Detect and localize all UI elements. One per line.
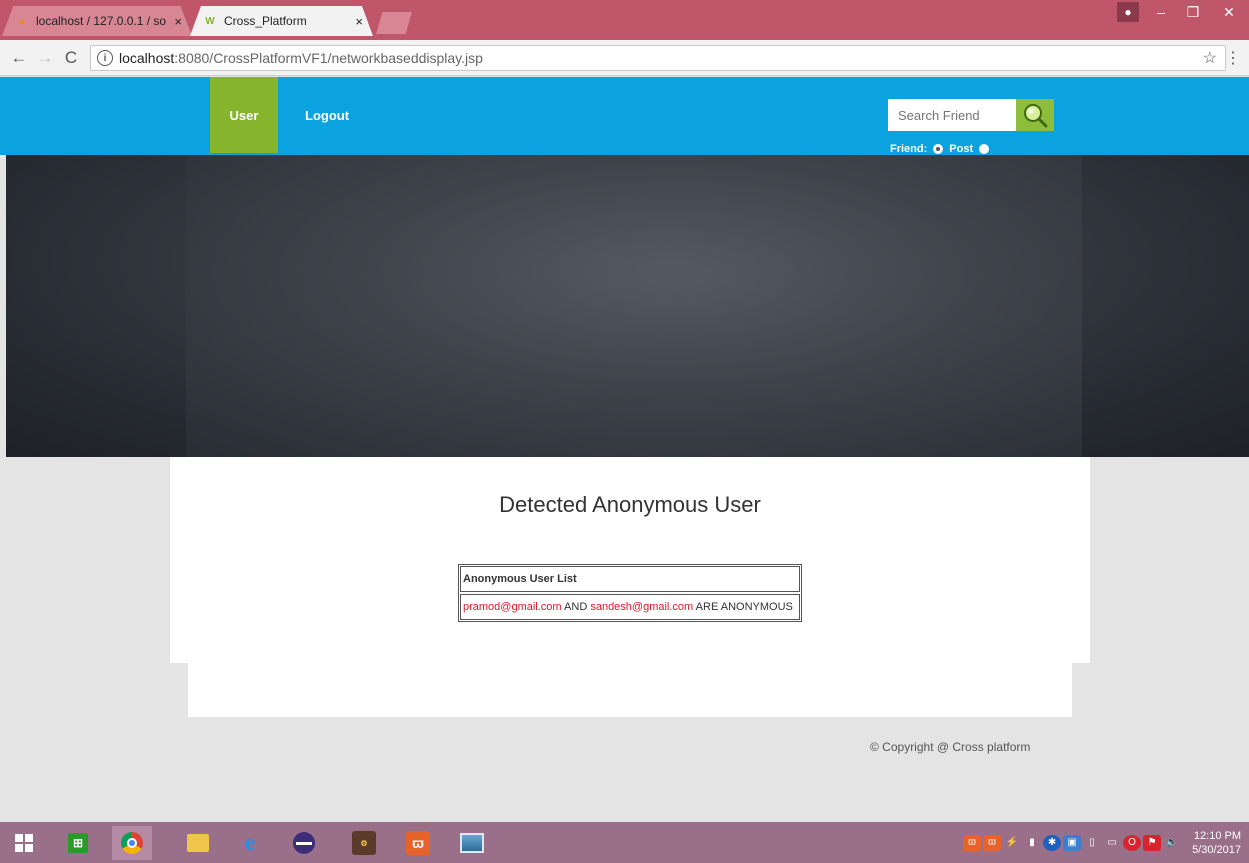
- window-controls: ● – ❐ ✕: [1117, 0, 1249, 26]
- anonymous-suffix: ARE ANONYMOUS: [693, 601, 793, 613]
- site-header: User Logout Friend: Post: [0, 77, 1249, 155]
- taskbar-clock[interactable]: 12:10 PM 5/30/2017: [1192, 829, 1241, 857]
- search-type-radios: Friend: Post: [890, 143, 995, 155]
- copyright-text: © Copyright @ Cross platform: [870, 740, 1031, 754]
- clock-time: 12:10 PM: [1193, 829, 1241, 842]
- table-row: pramod@gmail.com AND sandesh@gmail.com A…: [460, 594, 800, 620]
- app-tray-icon[interactable]: ▣: [1063, 834, 1082, 851]
- close-icon[interactable]: ×: [174, 14, 182, 29]
- phpmyadmin-icon: ▲: [17, 15, 27, 27]
- table-header: Anonymous User List: [460, 566, 800, 592]
- java-ee-ide-icon[interactable]: ⚙: [344, 826, 384, 860]
- xampp-icon[interactable]: ϖ: [398, 826, 438, 860]
- windows-start-icon[interactable]: [4, 826, 44, 860]
- chrome-icon[interactable]: [112, 826, 152, 860]
- nav-logout-link[interactable]: Logout: [293, 77, 361, 153]
- new-tab-button[interactable]: [376, 12, 412, 34]
- search-button[interactable]: [1016, 99, 1054, 131]
- url-host: localhost: [119, 50, 175, 66]
- tab-label: localhost / 127.0.0.1 / so: [36, 14, 167, 28]
- close-icon[interactable]: ×: [355, 14, 363, 29]
- store-icon[interactable]: ⊞: [58, 826, 98, 860]
- action-center-flag-icon[interactable]: ⚑: [1143, 834, 1162, 851]
- friend-radio[interactable]: [933, 144, 944, 154]
- content-panel: [170, 457, 1090, 663]
- clock-date: 5/30/2017: [1192, 843, 1241, 856]
- and-text: AND: [561, 601, 591, 613]
- reload-icon[interactable]: C: [58, 48, 84, 68]
- address-bar[interactable]: i localhost :8080/CrossPlatformVF1/netwo…: [90, 45, 1226, 71]
- search-input[interactable]: [888, 99, 1016, 131]
- forward-arrow-icon[interactable]: →: [32, 48, 58, 68]
- info-icon[interactable]: i: [97, 50, 113, 66]
- post-radio-label: Post: [949, 143, 974, 155]
- bookmark-star-icon[interactable]: ☆: [1203, 48, 1217, 68]
- user-email-2: sandesh@gmail.com: [590, 601, 694, 613]
- content-panel-lower: [188, 663, 1072, 717]
- xampp-control-tray-icon[interactable]: ϖ: [983, 834, 1002, 851]
- photos-icon[interactable]: [452, 826, 492, 860]
- browser-titlebar: ▲ localhost / 127.0.0.1 / so × W Cross_P…: [0, 0, 1249, 40]
- magnifier-icon: [1024, 104, 1048, 128]
- post-radio[interactable]: [979, 144, 990, 154]
- browser-toolbar: ← → C i localhost :8080/CrossPlatformVF1…: [0, 40, 1249, 76]
- taskbar: ⊞ e ⚙ ϖ ϖ ϖ ⚡ ▮ ✱ ▣ ▯ ▭ O ⚑ 🔈 12:10 PM 5…: [0, 822, 1249, 863]
- friend-radio-label: Friend:: [890, 143, 928, 155]
- window-close-icon[interactable]: ✕: [1209, 0, 1249, 24]
- tab-label: Cross_Platform: [224, 14, 307, 28]
- opera-icon[interactable]: O: [1123, 834, 1142, 851]
- browser-menu-icon[interactable]: ⋮: [1225, 48, 1241, 68]
- tab-cross-platform[interactable]: W Cross_Platform ×: [190, 6, 373, 36]
- file-explorer-icon[interactable]: [178, 826, 218, 860]
- system-tray: ϖ ϖ ⚡ ▮ ✱ ▣ ▯ ▭ O ⚑ 🔈 12:10 PM 5/30/2017: [962, 822, 1249, 863]
- battery-icon[interactable]: ▯: [1083, 835, 1101, 851]
- user-email-1: pramod@gmail.com: [463, 601, 562, 613]
- network-icon[interactable]: ⚡: [1003, 835, 1021, 851]
- restore-icon[interactable]: ❐: [1177, 0, 1209, 24]
- signal-icon[interactable]: ▮: [1023, 835, 1041, 851]
- nav-user-link[interactable]: User: [210, 77, 278, 153]
- hero-banner: [6, 155, 1249, 457]
- back-arrow-icon[interactable]: ←: [6, 48, 32, 68]
- anonymous-user-table: Anonymous User List pramod@gmail.com AND…: [458, 564, 802, 622]
- tab-phpmyadmin[interactable]: ▲ localhost / 127.0.0.1 / so ×: [2, 6, 192, 36]
- site-favicon-icon: W: [205, 15, 215, 27]
- minimize-icon[interactable]: –: [1145, 0, 1177, 24]
- bluetooth-icon[interactable]: ✱: [1043, 834, 1062, 851]
- eclipse-icon[interactable]: [284, 826, 324, 860]
- internet-explorer-icon[interactable]: e: [230, 826, 270, 860]
- page-title: Detected Anonymous User: [499, 492, 761, 517]
- url-path: :8080/CrossPlatformVF1/networkbaseddispl…: [174, 50, 483, 66]
- hero-inner: [186, 155, 1082, 457]
- monitor-icon[interactable]: ▭: [1103, 835, 1121, 851]
- profile-icon[interactable]: ●: [1117, 2, 1139, 22]
- xampp-tray-icon[interactable]: ϖ: [963, 834, 982, 851]
- volume-icon[interactable]: 🔈: [1163, 835, 1181, 851]
